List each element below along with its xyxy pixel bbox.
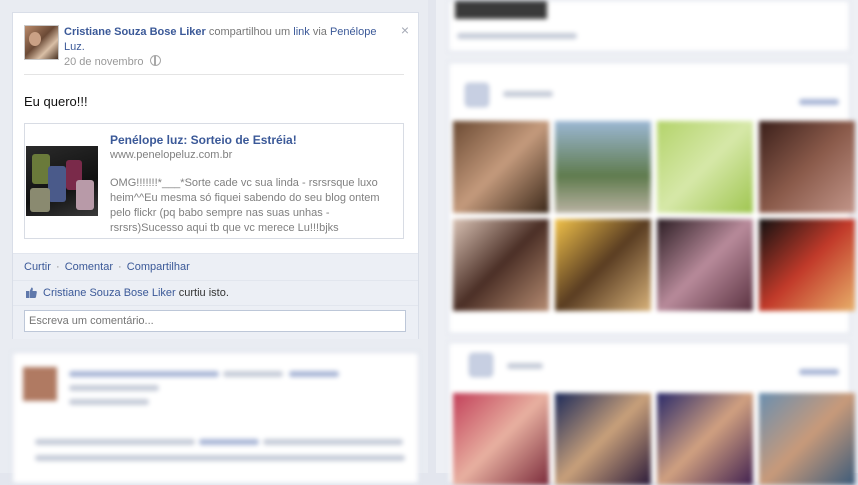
right-top-card (448, 0, 850, 52)
story-date[interactable]: 20 de novembro (64, 56, 144, 68)
story-message: Eu quero!!! (24, 94, 88, 109)
action-text: compartilhou um (205, 26, 294, 38)
thumbs-up-icon (26, 287, 37, 298)
likes-suffix: curtiu isto. (175, 287, 229, 299)
right-top-photo (455, 1, 547, 19)
next-story-avatar (23, 367, 57, 401)
share-button[interactable]: Compartilhar (127, 261, 190, 273)
story-actions-bar: Curtir · Comentar · Compartilhar (13, 253, 418, 280)
photos-panel (448, 62, 855, 334)
action-separator: · (118, 261, 122, 273)
story-actions: Curtir · Comentar · Compartilhar (24, 261, 190, 273)
globe-icon[interactable] (149, 55, 161, 66)
link-attachment[interactable]: Penélope luz: Sorteio de Estréia! www.pe… (24, 123, 404, 239)
like-button[interactable]: Curtir (24, 261, 51, 273)
videos-icon (469, 353, 493, 377)
liker-name-link[interactable]: Cristiane Souza Bose Liker (43, 287, 176, 299)
action-separator: · (55, 261, 60, 273)
attachment-description: OMG!!!!!!!*___*Sorte cade vc sua linda -… (110, 177, 380, 234)
close-icon[interactable]: × (401, 23, 409, 37)
author-name-link[interactable]: Cristiane Souza Bose Liker (64, 26, 206, 38)
likes-bar: Cristiane Souza Bose Liker curtiu isto. (13, 280, 418, 305)
photos-icon (465, 83, 489, 107)
story-card: Cristiane Souza Bose Liker compartilhou … (12, 12, 419, 339)
likes-text: Cristiane Souza Bose Liker curtiu isto. (43, 287, 229, 299)
via-text: via (309, 26, 330, 38)
comment-button[interactable]: Comentar (65, 261, 113, 273)
story-header: Cristiane Souza Bose Liker compartilhou … (64, 25, 382, 55)
attachment-thumbnail[interactable] (26, 146, 98, 216)
next-story-card (12, 352, 419, 484)
author-avatar[interactable] (24, 25, 59, 60)
comment-bar (13, 305, 418, 339)
attachment-url: www.penelopeluz.com.br (110, 149, 233, 161)
videos-panel (448, 342, 855, 485)
shared-link[interactable]: link (293, 26, 310, 38)
attachment-title-link[interactable]: Penélope luz: Sorteio de Estréia! (110, 133, 297, 147)
story-meta: 20 de novembro (64, 55, 161, 68)
header-divider (24, 74, 404, 75)
comment-input[interactable] (24, 310, 406, 332)
